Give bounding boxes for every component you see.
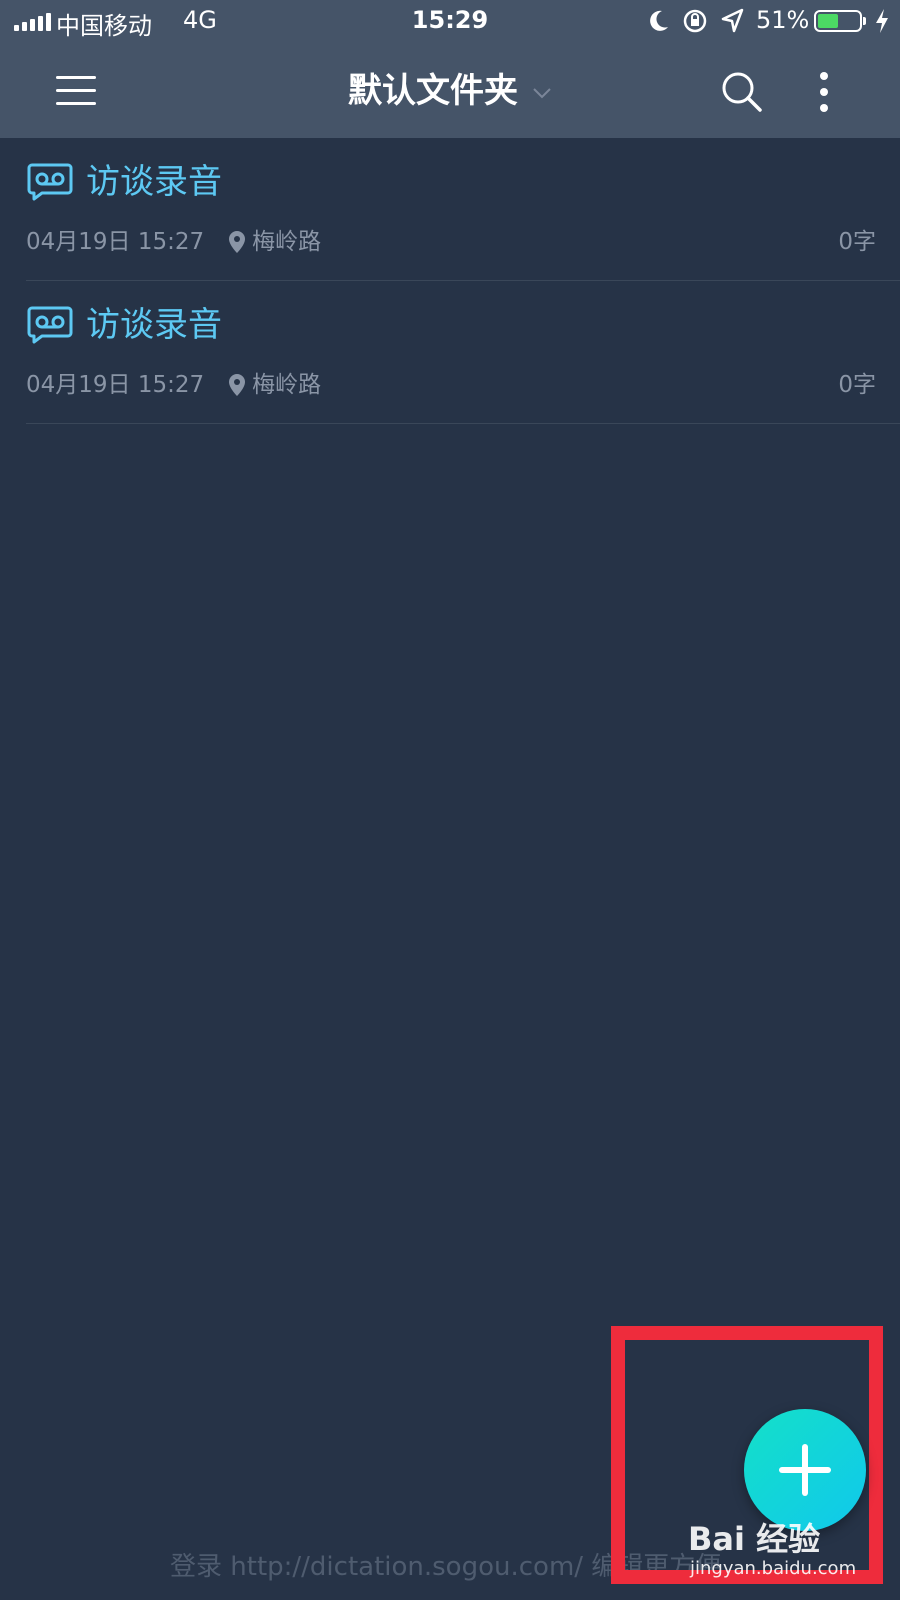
location-pin-icon (229, 374, 246, 396)
item-word-count: 0字 (838, 372, 876, 398)
rotation-lock-icon (683, 9, 707, 33)
watermark-url: jingyan.baidu.com (690, 1558, 857, 1579)
nav-bar: 默认文件夹 (0, 44, 900, 138)
divider (26, 423, 900, 424)
item-title: 访谈录音 (86, 162, 222, 202)
search-icon (722, 72, 762, 112)
battery-icon (814, 10, 866, 32)
item-location: 梅岭路 (252, 229, 322, 255)
recording-list: 访谈录音 04月19日 15:27 梅岭路 0字 访谈录音 04月19日 15:… (0, 138, 900, 424)
item-location: 梅岭路 (252, 372, 322, 398)
more-button[interactable] (800, 68, 848, 116)
location-arrow-icon (721, 8, 744, 33)
watermark-logo-text: Bai 经验 (688, 1520, 821, 1558)
watermark-logo: Bai 经验 (688, 1514, 820, 1560)
search-button[interactable] (718, 68, 766, 116)
add-recording-button[interactable] (744, 1409, 866, 1531)
item-date: 04月19日 15:27 (26, 229, 205, 255)
voicemail-icon (27, 163, 73, 201)
moon-icon (650, 10, 668, 31)
more-vertical-icon (820, 72, 828, 112)
list-item[interactable]: 访谈录音 04月19日 15:27 梅岭路 0字 (0, 138, 900, 281)
folder-title-label: 默认文件夹 (348, 71, 518, 111)
chevron-down-icon (533, 87, 551, 98)
status-bar: 中国移动 4G 15:29 51% (0, 0, 900, 44)
item-title: 访谈录音 (86, 305, 222, 345)
list-item[interactable]: 访谈录音 04月19日 15:27 梅岭路 0字 (0, 281, 900, 424)
item-meta: 04月19日 15:27 梅岭路 (26, 369, 321, 401)
battery-percent: 51% (756, 6, 810, 34)
item-date: 04月19日 15:27 (26, 372, 205, 398)
item-meta: 04月19日 15:27 梅岭路 (26, 226, 321, 258)
location-pin-icon (229, 231, 246, 253)
charging-icon (876, 9, 888, 33)
item-word-count: 0字 (838, 229, 876, 255)
voicemail-icon (27, 306, 73, 344)
battery-fill (818, 14, 838, 28)
